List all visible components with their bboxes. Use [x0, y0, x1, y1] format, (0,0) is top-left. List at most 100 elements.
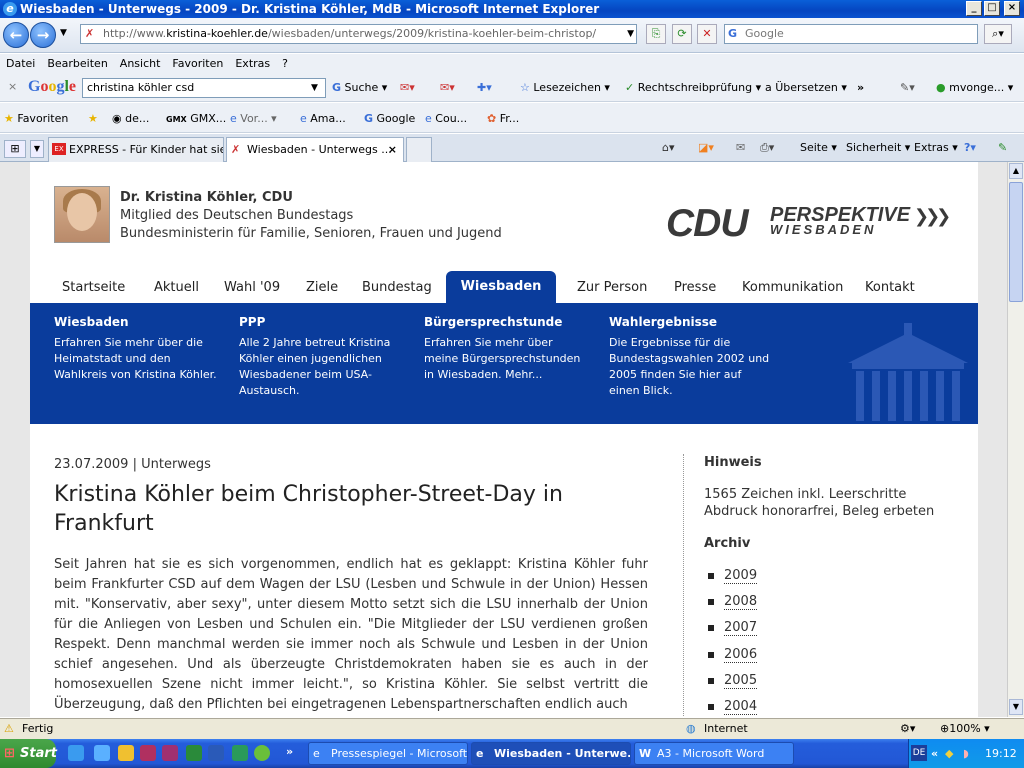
scroll-down-icon[interactable]: ▼: [1009, 699, 1023, 715]
forward-button[interactable]: →: [30, 22, 56, 48]
archive-item-2009[interactable]: 2009: [708, 568, 758, 584]
quicklaunch-excel-icon[interactable]: [186, 745, 202, 761]
search-input[interactable]: G Google: [724, 24, 978, 44]
address-dropdown-icon[interactable]: ▼: [627, 25, 634, 43]
nav-wiesbaden[interactable]: Wiesbaden: [446, 271, 556, 303]
window-title-bar[interactable]: e Wiesbaden - Unterwegs - 2009 - Dr. Kri…: [0, 0, 1024, 18]
research-icon[interactable]: ✎: [998, 139, 1007, 157]
account-button[interactable]: ● mvonge... ▾: [936, 79, 1013, 97]
fav-item-1[interactable]: ◉ de...: [112, 110, 149, 128]
spellcheck-button[interactable]: ✓ Rechtschreibprüfung ▾: [625, 79, 761, 97]
quicklaunch-ie-icon[interactable]: [68, 745, 84, 761]
add-favorite-icon[interactable]: ★: [88, 110, 98, 128]
nav-kommunikation[interactable]: Kommunikation: [742, 280, 843, 295]
quicklaunch-more-icon[interactable]: »: [286, 745, 293, 758]
fav-item-7[interactable]: ✿ Fr...: [487, 110, 519, 128]
page-menu[interactable]: Seite ▾: [800, 139, 837, 157]
quicklaunch-app-icon[interactable]: [254, 745, 270, 761]
address-input[interactable]: ✗ http://www.kristina-koehler.de/wiesbad…: [80, 24, 637, 44]
archive-item-2007[interactable]: 2007: [708, 620, 758, 636]
archive-item-2008[interactable]: 2008: [708, 594, 758, 610]
subnav-title-wiesbaden[interactable]: Wiesbaden: [54, 315, 129, 329]
fav-item-5[interactable]: G Google: [364, 110, 415, 128]
protected-mode-icon[interactable]: ⚙▾: [900, 719, 915, 739]
nav-wahl-09[interactable]: Wahl '09: [224, 280, 280, 295]
fav-item-4[interactable]: e Ama...: [300, 110, 346, 128]
nav-startseite[interactable]: Startseite: [62, 280, 125, 295]
nav-bundestag[interactable]: Bundestag: [362, 280, 432, 295]
subnav-title-ppp[interactable]: PPP: [239, 315, 265, 329]
tools-menu[interactable]: Extras ▾: [914, 139, 958, 157]
nav-ziele[interactable]: Ziele: [306, 280, 338, 295]
menu-help[interactable]: ?: [276, 54, 294, 74]
archive-link[interactable]: 2004: [724, 699, 758, 715]
subnav-title-wahlergebnisse[interactable]: Wahlergebnisse: [609, 315, 717, 329]
wrench-icon[interactable]: ✎▾: [900, 79, 915, 97]
article-category[interactable]: Unterwegs: [141, 457, 211, 472]
query-dropdown-icon[interactable]: ▼: [311, 83, 318, 93]
google-search-button[interactable]: G Suche ▾: [332, 79, 387, 97]
security-menu[interactable]: Sicherheit ▾: [846, 139, 910, 157]
toolbar-close-icon[interactable]: ×: [8, 80, 17, 93]
stop-icon[interactable]: ✕: [697, 24, 717, 44]
menu-ansicht[interactable]: Ansicht: [114, 54, 167, 74]
mail-icon[interactable]: ✉▾: [440, 79, 455, 97]
quicklaunch-desktop-icon[interactable]: [232, 745, 248, 761]
tab-express[interactable]: EX EXPRESS - Für Kinder hat sie...: [48, 137, 224, 162]
archive-link[interactable]: 2009: [724, 568, 758, 584]
home-icon[interactable]: ⌂▾: [662, 139, 675, 157]
vertical-scrollbar[interactable]: ▲ ▼: [1007, 162, 1024, 717]
zoom-control[interactable]: ⊕100% ▾: [940, 719, 990, 739]
bookmarks-button[interactable]: ☆ Lesezeichen ▾: [520, 79, 610, 97]
fav-item-2[interactable]: GMX GMX...: [166, 110, 226, 128]
taskbar-item-word[interactable]: W A3 - Microsoft Word: [634, 742, 794, 765]
clock[interactable]: 19:12: [985, 739, 1017, 768]
archive-item-2004[interactable]: 2004: [708, 699, 758, 715]
taskbar-item-wiesbaden[interactable]: e Wiesbaden - Unterwe...: [471, 742, 631, 765]
compatibility-icon[interactable]: ⎘: [646, 24, 666, 44]
back-button[interactable]: ←: [3, 22, 29, 48]
history-dropdown-icon[interactable]: ▼: [60, 28, 67, 38]
archive-link[interactable]: 2006: [724, 647, 758, 663]
plus-icon[interactable]: ✚▾: [477, 79, 492, 97]
quicklaunch-media-icon[interactable]: [118, 745, 134, 761]
archive-item-2005[interactable]: 2005: [708, 673, 758, 689]
tab-close-icon[interactable]: ×: [388, 138, 397, 162]
translate-button[interactable]: a Übersetzen ▾: [765, 79, 847, 97]
menu-extras[interactable]: Extras: [229, 54, 276, 74]
cdu-logo[interactable]: CDU: [666, 202, 748, 246]
tray-expand-icon[interactable]: «: [931, 739, 938, 768]
new-tab-button[interactable]: [406, 137, 432, 162]
favorites-button[interactable]: ★ Favoriten: [4, 110, 68, 128]
fav-item-6[interactable]: e Cou...: [425, 110, 467, 128]
nav-presse[interactable]: Presse: [674, 280, 716, 295]
fav-item-3[interactable]: e Vor... ▾: [230, 110, 277, 128]
maximize-button[interactable]: □: [984, 1, 1000, 16]
help-icon[interactable]: ?▾: [964, 139, 976, 157]
warning-icon[interactable]: ⚠: [4, 719, 14, 739]
nav-kontakt[interactable]: Kontakt: [865, 280, 915, 295]
menu-datei[interactable]: Datei: [0, 54, 41, 74]
close-button[interactable]: ×: [1004, 1, 1020, 16]
nav-zur-person[interactable]: Zur Person: [577, 280, 647, 295]
refresh-icon[interactable]: ⟳: [672, 24, 692, 44]
quicklaunch-ie2-icon[interactable]: [94, 745, 110, 761]
archive-link[interactable]: 2007: [724, 620, 758, 636]
menu-favoriten[interactable]: Favoriten: [166, 54, 229, 74]
tab-wiesbaden[interactable]: ✗ Wiesbaden - Unterwegs ... ×: [226, 137, 404, 162]
tab-list-dropdown-icon[interactable]: ▼: [30, 140, 44, 158]
archive-link[interactable]: 2008: [724, 594, 758, 610]
minimize-button[interactable]: _: [966, 1, 982, 16]
more-chevron-icon[interactable]: »: [857, 79, 864, 97]
tray-volume-icon[interactable]: ◗: [963, 739, 969, 768]
start-button[interactable]: ⊞ Start: [0, 739, 57, 768]
archive-item-2006[interactable]: 2006: [708, 647, 758, 663]
quicklaunch-save-icon[interactable]: [140, 745, 156, 761]
menu-bearbeiten[interactable]: Bearbeiten: [41, 54, 113, 74]
quicklaunch-word-icon[interactable]: [208, 745, 224, 761]
scroll-up-icon[interactable]: ▲: [1009, 163, 1023, 179]
rss-icon[interactable]: ◪▾: [698, 139, 714, 157]
nav-aktuell[interactable]: Aktuell: [154, 280, 199, 295]
quick-tabs-icon[interactable]: ⊞: [4, 140, 26, 158]
read-mail-icon[interactable]: ✉: [736, 139, 745, 157]
